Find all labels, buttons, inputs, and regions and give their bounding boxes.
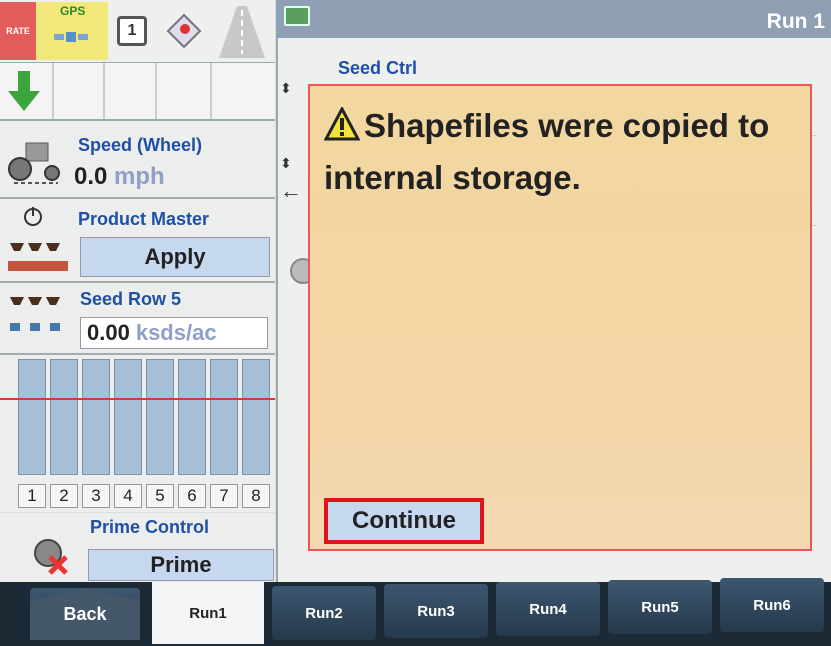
seed-row-title: Seed Row 5	[80, 289, 182, 309]
prime-control-panel: Prime Control Prime	[0, 513, 275, 582]
row-number[interactable]: 8	[242, 484, 270, 508]
row-bar	[18, 359, 46, 475]
row-number[interactable]: 6	[178, 484, 206, 508]
row-bar	[242, 359, 270, 475]
guidance-road-icon[interactable]	[212, 2, 272, 60]
prime-control-title: Prime Control	[90, 517, 210, 537]
down-arrow-icon[interactable]	[6, 69, 42, 113]
tab-run2[interactable]: Run2	[272, 586, 376, 640]
row-bar	[146, 359, 174, 475]
prime-disabled-icon	[34, 539, 68, 575]
apply-button[interactable]: Apply	[80, 237, 270, 277]
road-icon	[219, 6, 265, 58]
speed-readout: 0.0 mph	[74, 163, 165, 191]
run-title: Run 1	[766, 10, 825, 33]
map-diamond-icon[interactable]	[158, 2, 210, 60]
section-count-indicator[interactable]: 1	[110, 2, 154, 60]
status-icon-bar: RATE GPS 1	[0, 0, 275, 63]
tab-run1[interactable]: Run1	[152, 582, 264, 644]
speed-panel[interactable]: Speed (Wheel) 0.0 mph	[0, 121, 275, 199]
reorder-arrows-icon[interactable]: ⬍	[280, 155, 292, 172]
target-line	[0, 398, 275, 400]
notification-dialog: Shapefiles were copied to internal stora…	[308, 84, 812, 551]
dialog-message-block: Shapefiles were copied to internal stora…	[324, 100, 794, 204]
row-bar	[50, 359, 78, 475]
tab-run6[interactable]: Run6	[720, 578, 824, 632]
row-number[interactable]: 1	[18, 484, 46, 508]
gps-label: GPS	[60, 4, 86, 18]
row-bar	[178, 359, 206, 475]
row-number[interactable]: 7	[210, 484, 238, 508]
direction-row	[0, 63, 275, 121]
speed-unit: mph	[114, 163, 165, 190]
prime-button[interactable]: Prime	[88, 549, 274, 581]
run-header: Run 1	[276, 0, 831, 38]
row-number[interactable]: 5	[146, 484, 174, 508]
row-number[interactable]: 3	[82, 484, 110, 508]
seed-row-icon	[10, 297, 60, 331]
gps-indicator[interactable]: GPS	[36, 2, 108, 60]
tab-run3[interactable]: Run3	[384, 584, 488, 638]
continue-button[interactable]: Continue	[324, 498, 484, 544]
seed-rate-readout[interactable]: 0.00 ksds/ac	[80, 317, 268, 349]
back-label: Back	[63, 603, 107, 624]
power-icon[interactable]	[22, 205, 44, 227]
tab-run5[interactable]: Run5	[608, 580, 712, 634]
tab-run4[interactable]: Run4	[496, 582, 600, 636]
rate-label: RATE	[6, 26, 30, 36]
row-bar	[114, 359, 142, 475]
seed-row-panel: Seed Row 5 0.00 ksds/ac	[0, 283, 275, 355]
planter-rows-icon	[8, 243, 68, 271]
seed-rate-value: 0.00	[87, 320, 130, 345]
diamond-map-icon	[166, 13, 202, 49]
row-bar	[82, 359, 110, 475]
row-bar	[210, 359, 238, 475]
reorder-arrows-icon[interactable]: ⬍	[280, 80, 292, 97]
seed-rate-unit: ksds/ac	[135, 320, 217, 345]
dialog-message: Shapefiles were copied to internal stora…	[324, 107, 770, 196]
row-number[interactable]: 2	[50, 484, 78, 508]
speed-title: Speed (Wheel)	[78, 135, 203, 155]
row-number[interactable]: 4	[114, 484, 142, 508]
rate-indicator[interactable]: RATE	[0, 2, 36, 60]
back-button[interactable]: Back	[30, 588, 140, 640]
tab-bar: Back Run1 Run2 Run3 Run4 Run5 Run6	[0, 578, 831, 646]
product-master-title: Product Master	[78, 209, 210, 229]
warning-icon	[324, 107, 360, 141]
speed-value: 0.0	[74, 163, 108, 190]
run-check-icon[interactable]	[284, 6, 310, 26]
tractor-icon	[8, 142, 60, 184]
row-number-strip: 1 2 3 4 5 6 7 8	[0, 480, 275, 512]
row-bar-graph[interactable]	[0, 355, 275, 480]
one-box: 1	[117, 16, 147, 46]
gps-satellite-icon	[54, 32, 88, 42]
product-master-panel: Product Master Apply	[0, 199, 275, 283]
left-arrow-icon: ←	[280, 178, 302, 203]
screen: RATE GPS 1 Speed (Wheel) 0.0 mph Product…	[0, 0, 831, 646]
seed-ctrl-label: Seed Ctrl	[338, 58, 418, 78]
